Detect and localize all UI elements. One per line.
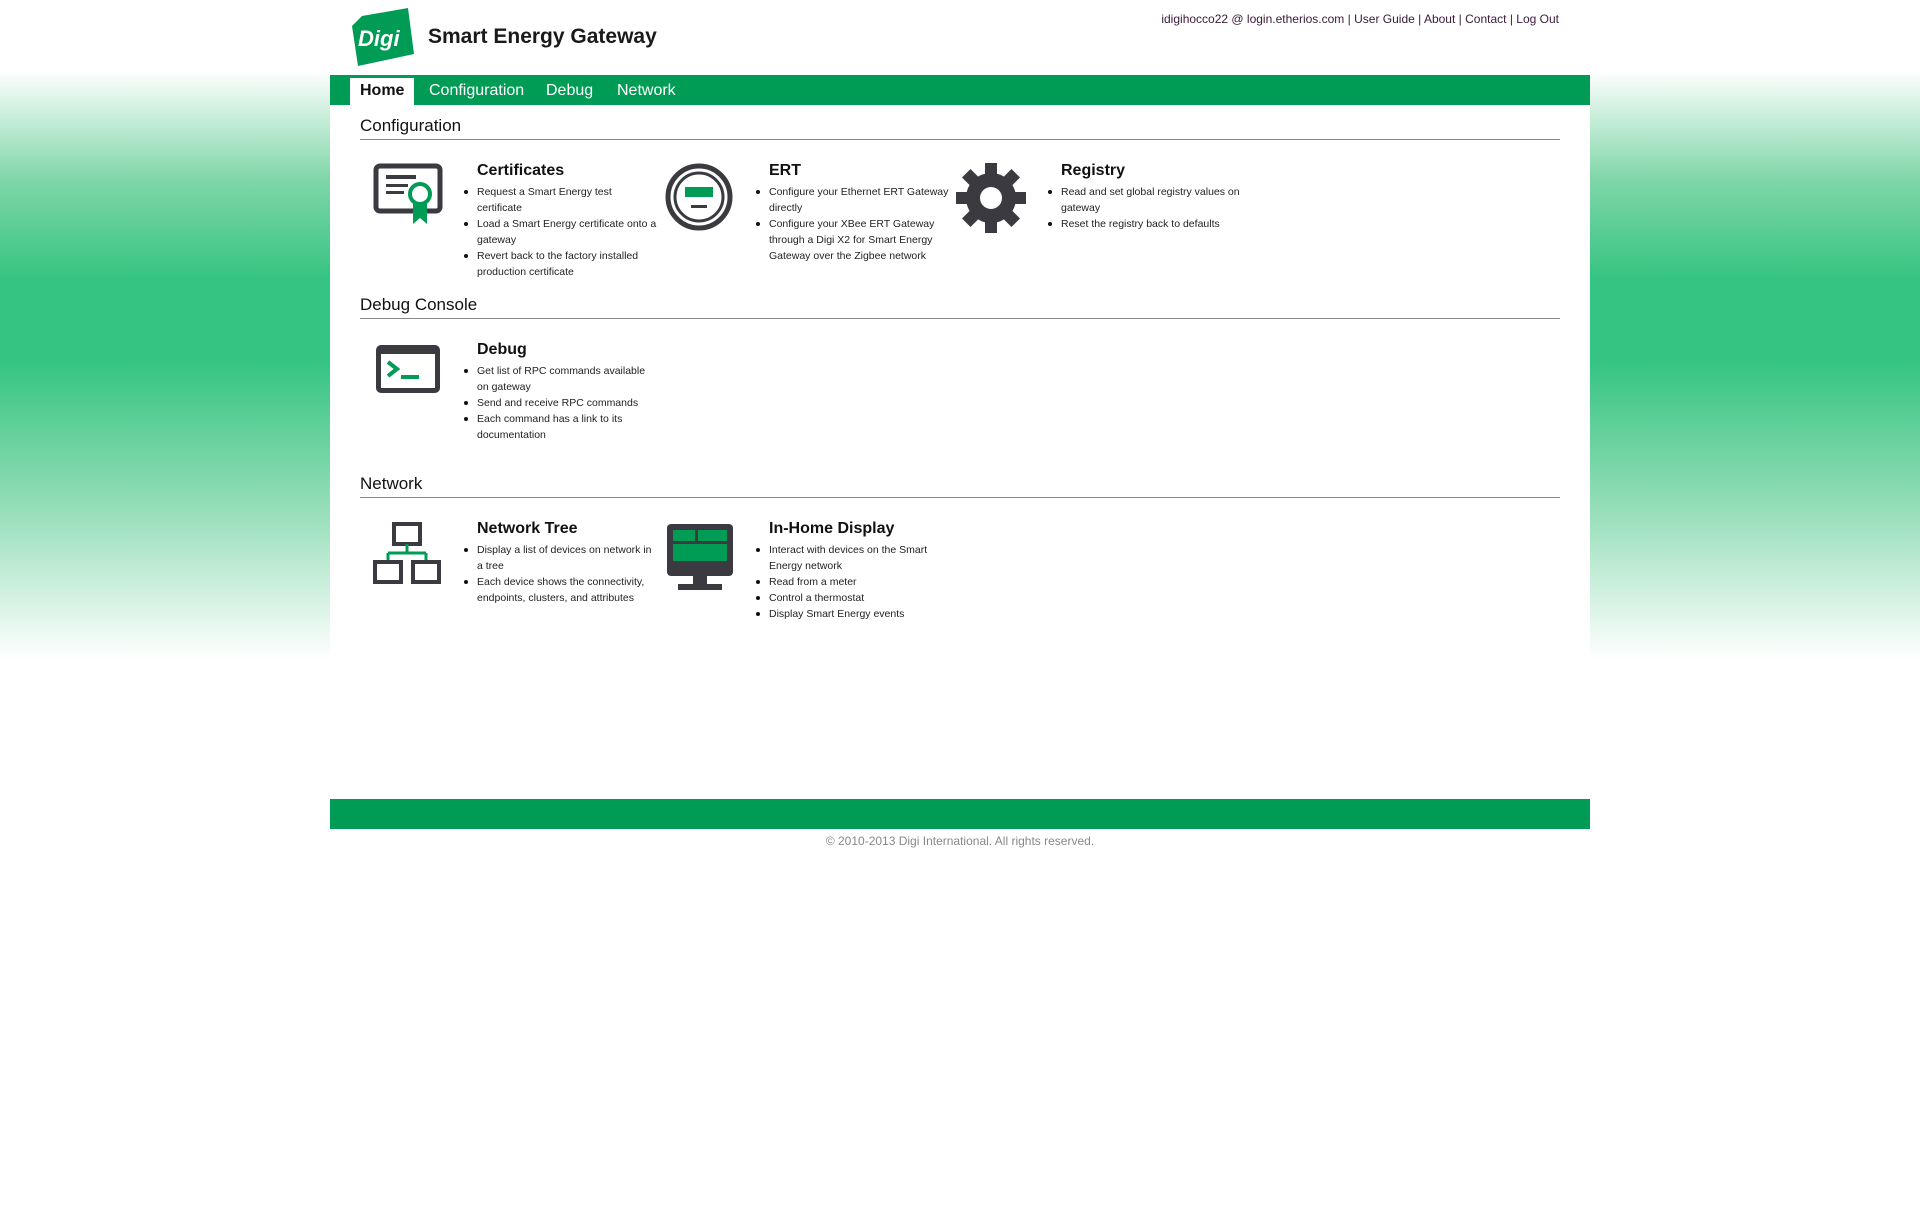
list-item: Send and receive RPC commands xyxy=(464,395,657,411)
debug-list: Get list of RPC commands available on ga… xyxy=(464,363,657,443)
about-link[interactable]: About xyxy=(1424,12,1455,26)
header: Digi Smart Energy Gateway idigihocco22 @… xyxy=(330,0,1590,75)
link-separator: | xyxy=(1347,12,1351,26)
copyright-text: © 2010-2013 Digi International. All righ… xyxy=(825,834,1095,848)
certificates-list: Request a Smart Energy test certificate … xyxy=(464,184,657,280)
main-nav: Home Configuration Debug Network xyxy=(330,75,1590,105)
contact-link[interactable]: Contact xyxy=(1465,12,1506,26)
network-tree-link[interactable]: Network Tree xyxy=(477,520,577,538)
link-separator: | xyxy=(1509,12,1513,26)
top-links: idigihocco22 @ login.etherios.com | User… xyxy=(1161,12,1559,26)
list-item: Read from a meter xyxy=(756,574,949,590)
list-item: Read and set global registry values on g… xyxy=(1048,186,1240,214)
monitor-icon[interactable] xyxy=(664,520,742,598)
tab-home[interactable]: Home xyxy=(350,78,415,105)
link-separator: | xyxy=(1458,12,1462,26)
list-item: Control a thermostat xyxy=(756,590,949,606)
digi-logo-text: Digi xyxy=(358,26,400,51)
list-item: Each device shows the connectivity, endp… xyxy=(464,574,657,606)
digi-logo[interactable]: Digi xyxy=(352,8,414,66)
list-item: Each command has a link to its documenta… xyxy=(464,411,657,443)
certificate-icon[interactable] xyxy=(372,162,450,240)
ert-link[interactable]: ERT xyxy=(769,162,801,180)
page-container: Digi Smart Energy Gateway idigihocco22 @… xyxy=(330,0,1590,860)
footer-bar xyxy=(330,799,1590,829)
network-tree-icon[interactable] xyxy=(372,520,450,598)
list-item: Configure your XBee ERT Gateway through … xyxy=(756,216,949,264)
user-guide-link[interactable]: User Guide xyxy=(1354,12,1415,26)
terminal-icon[interactable] xyxy=(372,341,450,419)
list-item: Load a Smart Energy certificate onto a g… xyxy=(464,218,657,246)
section-title-network: Network xyxy=(360,474,1560,498)
tab-configuration[interactable]: Configuration xyxy=(419,78,534,105)
in-home-display-link[interactable]: In-Home Display xyxy=(769,520,894,538)
gear-icon[interactable] xyxy=(956,162,1034,240)
certificates-link[interactable]: Certificates xyxy=(477,162,564,180)
link-separator: | xyxy=(1418,12,1422,26)
ert-list: Configure your Ethernet ERT Gateway dire… xyxy=(756,184,949,264)
registry-link[interactable]: Registry xyxy=(1061,162,1125,180)
list-item: Get list of RPC commands available on ga… xyxy=(464,363,657,395)
network-tree-list: Display a list of devices on network in … xyxy=(464,542,657,606)
tab-network[interactable]: Network xyxy=(607,78,686,105)
app-title: Smart Energy Gateway xyxy=(428,25,657,48)
registry-list: Read and set global registry values on g… xyxy=(1048,184,1241,232)
user-account-link[interactable]: idigihocco22 @ login.etherios.com xyxy=(1161,12,1344,26)
logout-link[interactable]: Log Out xyxy=(1516,12,1559,26)
tab-debug[interactable]: Debug xyxy=(536,78,603,105)
list-item: Configure your Ethernet ERT Gateway dire… xyxy=(756,186,949,214)
debug-link[interactable]: Debug xyxy=(477,341,527,359)
section-title-configuration: Configuration xyxy=(360,116,1560,140)
list-item: Reset the registry back to defaults xyxy=(1048,216,1241,232)
in-home-display-list: Interact with devices on the Smart Energ… xyxy=(756,542,949,622)
section-title-debug-console: Debug Console xyxy=(360,295,1560,319)
list-item: Request a Smart Energy test certificate xyxy=(464,184,657,216)
list-item: Interact with devices on the Smart Energ… xyxy=(756,542,949,574)
meter-icon[interactable] xyxy=(664,162,742,240)
list-item: Revert back to the factory installed pro… xyxy=(464,248,657,280)
list-item: Display a list of devices on network in … xyxy=(464,542,657,574)
list-item: Display Smart Energy events xyxy=(756,606,949,622)
